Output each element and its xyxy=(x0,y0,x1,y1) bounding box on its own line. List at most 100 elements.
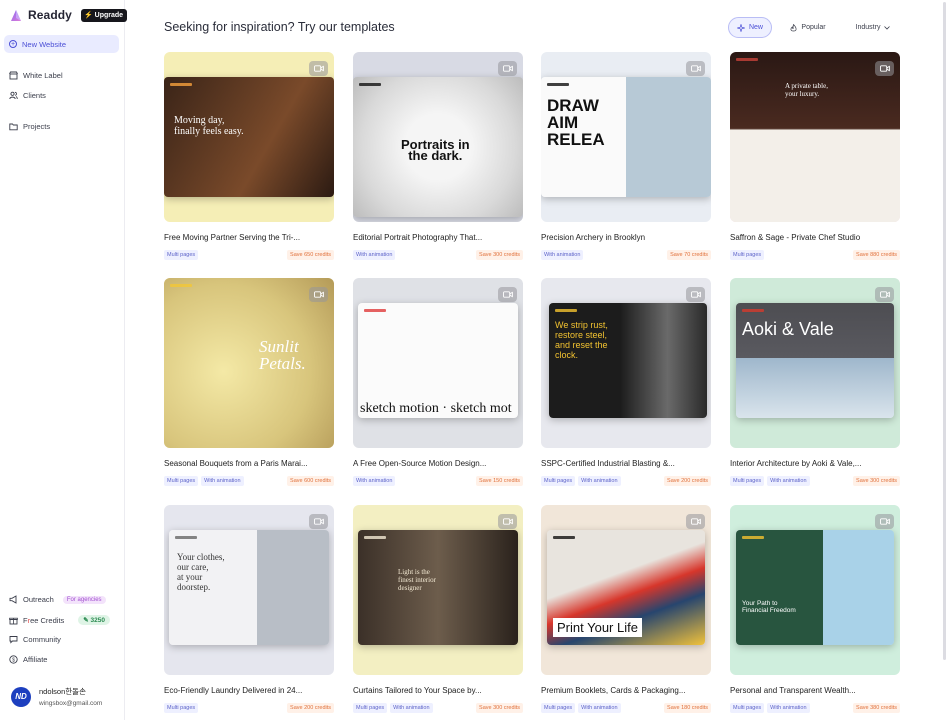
preview-accent-bar xyxy=(364,309,386,312)
template-thumbnail[interactable]: We strip rust, restore steel, and reset th… xyxy=(541,278,711,448)
template-card[interactable]: Sunlit Petals. Seasonal Bouquets from a Pa… xyxy=(164,278,334,486)
template-card[interactable]: Moving day, finally feels easy. Free Movin… xyxy=(164,52,334,260)
template-card[interactable]: Print Your Life Premium Booklets, Cards &… xyxy=(541,505,711,713)
template-thumbnail[interactable]: Aoki & Vale xyxy=(730,278,900,448)
template-thumbnail[interactable]: DRAW AIM RELEA xyxy=(541,52,711,222)
template-title[interactable]: Premium Booklets, Cards & Packaging... xyxy=(541,686,711,695)
video-camera-icon[interactable] xyxy=(309,61,328,76)
template-card[interactable]: Portraits in the dark. Editorial Portrait … xyxy=(353,52,523,260)
template-title[interactable]: Free Moving Partner Serving the Tri-... xyxy=(164,233,334,242)
template-tags: With animation Save 300 credits xyxy=(353,249,523,260)
brand[interactable]: Readdy ⚡ Upgrade xyxy=(9,8,128,22)
template-tags: Multi pages With animation Save 300 credit… xyxy=(730,475,900,486)
template-tags: Multi pages With animation Save 300 credit… xyxy=(353,702,523,713)
template-card[interactable]: Aoki & Vale Interior Architecture by Aoki… xyxy=(730,278,900,486)
sidebar: Readdy ⚡ Upgrade + New Website White Lab… xyxy=(0,0,128,720)
readdy-logo-icon xyxy=(9,8,23,22)
sidebar-item-label: Free Credits xyxy=(23,616,64,625)
sidebar-item-label: White Label xyxy=(23,71,63,80)
credits-badge: Save 300 credits xyxy=(476,702,523,713)
sidebar-item-community[interactable]: Community xyxy=(9,635,61,644)
video-camera-icon[interactable] xyxy=(875,514,894,529)
template-card[interactable]: Your Path to Financial Freedom Personal an… xyxy=(730,505,900,713)
template-tags: Multi pages With animation Save 200 credit… xyxy=(541,475,711,486)
video-camera-icon[interactable] xyxy=(686,61,705,76)
scrollbar[interactable] xyxy=(943,2,946,660)
plus-circle-icon: + xyxy=(9,40,17,48)
preview-headline-line: finest interior xyxy=(398,576,436,584)
template-card[interactable]: A private table, your luxury. Saffron & Sa… xyxy=(730,52,900,260)
template-tags: With animation Save 70 credits xyxy=(541,249,711,260)
preview-headline: DRAW AIM RELEA xyxy=(547,97,605,148)
preview-accent-bar xyxy=(736,58,758,61)
template-title[interactable]: Curtains Tailored to Your Space by... xyxy=(353,686,523,695)
video-camera-icon[interactable] xyxy=(498,287,517,302)
upgrade-button[interactable]: ⚡ Upgrade xyxy=(80,8,128,22)
template-thumbnail[interactable]: sketch motion · sketch mot xyxy=(353,278,523,448)
template-title[interactable]: Interior Architecture by Aoki & Vale,... xyxy=(730,459,900,468)
preview-headline-line: clock. xyxy=(555,350,579,360)
video-camera-icon[interactable] xyxy=(686,287,705,302)
template-title[interactable]: Eco-Friendly Laundry Delivered in 24... xyxy=(164,686,334,695)
template-card[interactable]: sketch motion · sketch mot A Free Open-So… xyxy=(353,278,523,486)
template-thumbnail[interactable]: Portraits in the dark. xyxy=(353,52,523,222)
template-thumbnail[interactable]: Your clothes, our care, at your doorstep. xyxy=(164,505,334,675)
feature-tag: Multi pages xyxy=(730,702,765,713)
user-account[interactable]: ND ndolson한돌손 wingsbox@gmail.com xyxy=(11,686,102,707)
template-thumbnail[interactable]: Light is the finest interior designer xyxy=(353,505,523,675)
chevron-down-icon xyxy=(884,25,891,30)
template-card[interactable]: Light is the finest interior designer Curta… xyxy=(353,505,523,713)
template-title[interactable]: Saffron & Sage - Private Chef Studio xyxy=(730,233,900,242)
video-camera-icon[interactable] xyxy=(309,287,328,302)
users-icon xyxy=(9,91,18,100)
template-tags: Multi pages With animation Save 180 credit… xyxy=(541,702,711,713)
sidebar-item-free-credits[interactable]: Free Credits ✎ 3250 xyxy=(9,615,111,625)
template-title[interactable]: Seasonal Bouquets from a Paris Marai... xyxy=(164,459,334,468)
filter-label: Industry xyxy=(855,24,881,31)
template-thumbnail[interactable]: Sunlit Petals. xyxy=(164,278,334,448)
template-preview-image: Print Your Life xyxy=(547,530,705,645)
credits-value: 3250 xyxy=(90,617,106,624)
sidebar-item-projects[interactable]: Projects xyxy=(9,122,50,131)
sidebar-item-outreach[interactable]: Outreach For agencies xyxy=(9,595,106,604)
template-thumbnail[interactable]: Moving day, finally feels easy. xyxy=(164,52,334,222)
filter-new-button[interactable]: New xyxy=(728,17,772,38)
template-thumbnail[interactable]: Your Path to Financial Freedom xyxy=(730,505,900,675)
video-camera-icon[interactable] xyxy=(498,514,517,529)
template-thumbnail[interactable]: A private table, your luxury. xyxy=(730,52,900,222)
template-preview-image: Your Path to Financial Freedom xyxy=(736,530,894,645)
preview-accent-bar xyxy=(170,284,192,287)
preview-accent-bar xyxy=(359,83,381,86)
preview-accent-bar xyxy=(555,309,577,312)
preview-headline-line: AIM xyxy=(547,113,579,132)
preview-headline: Print Your Life xyxy=(553,618,642,637)
sidebar-item-affiliate[interactable]: $ Affiliate xyxy=(9,655,47,664)
credits-badge: Save 200 credits xyxy=(287,702,334,713)
template-card[interactable]: We strip rust, restore steel, and reset th… xyxy=(541,278,711,486)
preview-accent-bar xyxy=(170,83,192,86)
video-camera-icon[interactable] xyxy=(309,514,328,529)
template-title[interactable]: Precision Archery in Brooklyn xyxy=(541,233,711,242)
preview-headline: We strip rust, restore steel, and reset th… xyxy=(555,320,608,360)
video-camera-icon[interactable] xyxy=(498,61,517,76)
template-title[interactable]: SSPC-Certified Industrial Blasting &... xyxy=(541,459,711,468)
filter-popular-button[interactable]: Popular xyxy=(785,17,831,38)
template-tags: Multi pages With animation Save 600 credit… xyxy=(164,475,334,486)
video-camera-icon[interactable] xyxy=(875,287,894,302)
preview-headline-line: finally feels easy. xyxy=(174,126,244,137)
template-thumbnail[interactable]: Print Your Life xyxy=(541,505,711,675)
sidebar-item-clients[interactable]: Clients xyxy=(9,91,46,100)
filter-industry-dropdown[interactable]: Industry xyxy=(851,17,895,38)
video-camera-icon[interactable] xyxy=(686,514,705,529)
video-camera-icon[interactable] xyxy=(875,61,894,76)
template-title[interactable]: Personal and Transparent Wealth... xyxy=(730,686,900,695)
template-title[interactable]: A Free Open-Source Motion Design... xyxy=(353,459,523,468)
preview-headline-line: Aoki & Vale xyxy=(742,319,834,339)
template-card[interactable]: Your clothes, our care, at your doorstep. Ec… xyxy=(164,505,334,713)
sidebar-item-white-label[interactable]: White Label xyxy=(9,71,63,80)
template-card[interactable]: DRAW AIM RELEA Precision Archery in Brookly… xyxy=(541,52,711,260)
filter-label: Popular xyxy=(801,24,826,31)
preview-headline-line: designer xyxy=(398,584,422,592)
new-website-button[interactable]: + New Website xyxy=(4,35,119,53)
template-title[interactable]: Editorial Portrait Photography That... xyxy=(353,233,523,242)
